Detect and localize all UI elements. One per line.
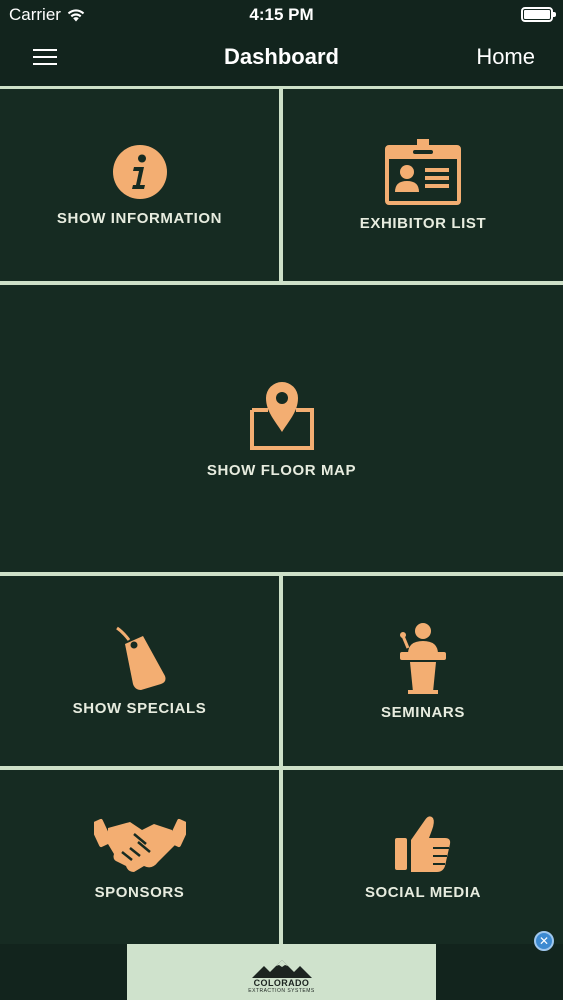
close-icon: ✕: [538, 934, 550, 948]
show-specials-tile[interactable]: SHOW SPECIALS: [0, 576, 279, 766]
map-pin-icon: [249, 378, 314, 452]
sponsors-tile[interactable]: SPONSORS: [0, 770, 279, 944]
mountain-logo-icon: [251, 960, 312, 978]
tile-label: SOCIAL MEDIA: [364, 883, 482, 901]
show-floor-map-tile[interactable]: SHOW FLOOR MAP: [0, 285, 563, 572]
ad-logo-text: COLORADO: [253, 978, 310, 988]
speaker-podium-icon: [398, 622, 448, 694]
home-button[interactable]: Home: [476, 44, 535, 70]
id-badge-icon: [385, 138, 461, 205]
tile-label: SHOW SPECIALS: [72, 699, 207, 717]
price-tag-icon: [113, 626, 167, 690]
ad-logo-subtext: EXTRACTION SYSTEMS: [248, 988, 315, 994]
tile-label: EXHIBITOR LIST: [359, 214, 487, 232]
dashboard-grid: SHOW INFORMATION EXHIBITOR LIST SHOW FLO…: [0, 86, 563, 944]
thumbs-up-icon: [395, 814, 451, 874]
show-information-tile[interactable]: SHOW INFORMATION: [0, 89, 279, 281]
social-media-tile[interactable]: SOCIAL MEDIA: [283, 770, 563, 944]
handshake-icon: [93, 814, 186, 874]
tile-label: SHOW FLOOR MAP: [206, 462, 357, 479]
close-ad-button[interactable]: ✕: [534, 931, 554, 951]
ad-banner[interactable]: COLORADO EXTRACTION SYSTEMS: [127, 944, 436, 1000]
status-time: 4:15 PM: [249, 5, 314, 24]
status-bar: Carrier 4:15 PM: [0, 0, 563, 30]
tile-label: SEMINARS: [381, 703, 465, 721]
info-icon: [112, 144, 168, 200]
exhibitor-list-tile[interactable]: EXHIBITOR LIST: [283, 89, 563, 281]
tile-label: SPONSORS: [94, 883, 185, 901]
battery-icon: [521, 7, 556, 22]
tile-label: SHOW INFORMATION: [56, 209, 223, 227]
seminars-tile[interactable]: SEMINARS: [283, 576, 563, 766]
navigation-bar: Dashboard Home: [0, 30, 563, 86]
